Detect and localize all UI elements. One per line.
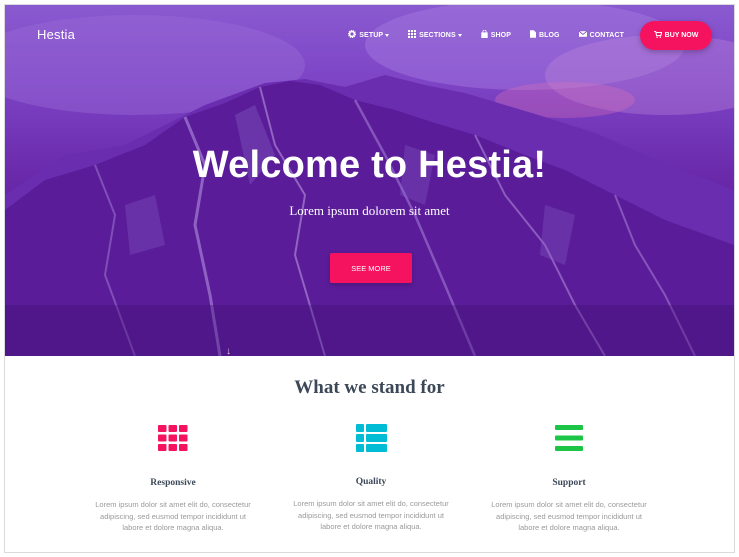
nav-item-blog[interactable]: BLOG [529,30,560,40]
feature-description-line: labore et dolore magna aliqua. [518,523,620,532]
shopping-bag-icon [481,29,488,40]
chevron-down-icon [457,33,462,37]
feature-title: Responsive [150,478,196,488]
browser-frame: Hestia SETUP SECTIONS SHOP BLOG CONTACT … [4,4,735,553]
feature-title: Support [552,478,586,488]
see-more-button[interactable]: SEE MORE [330,253,412,283]
gear-icon [348,29,357,40]
nav-item-label: SHOP [490,31,511,39]
feature-description: Lorem ipsum dolor sit amet elit do, cons… [280,498,462,533]
nav-item-setup[interactable]: SETUP [348,29,390,40]
buy-now-label: BUY NOW [664,31,699,39]
feature-support: Support Lorem ipsum dolor sit amet elit … [478,425,660,534]
feature-description-line: adipiscing, sed eusmod tempor incididunt… [496,511,642,521]
feature-description-line: labore et dolore magna aliqua. [320,522,422,531]
arrow-down-icon[interactable]: ↓ [226,346,231,356]
nav-item-label: BLOG [538,31,560,39]
brand-logo[interactable]: Hestia [37,27,75,42]
nav-item-label: SECTIONS [419,31,456,39]
feature-responsive: Responsive Lorem ipsum dolor sit amet el… [82,425,264,534]
feature-description-line: labore et dolore magna aliqua. [122,523,224,532]
grid-icon [82,425,264,461]
feature-quality: Quality Lorem ipsum dolor sit amet elit … [280,424,462,533]
cart-icon [653,30,663,40]
nav-item-shop[interactable]: SHOP [481,29,511,40]
hero-title: Welcome to Hestia! [192,144,547,186]
envelope-icon [578,30,587,39]
main-navigation: SETUP SECTIONS SHOP BLOG CONTACT BUY NOW [329,20,712,50]
feature-description: Lorem ipsum dolor sit amet elit do, cons… [82,499,264,534]
feature-description-line: Lorem ipsum dolor sit amet elit do, cons… [491,500,647,509]
feature-description-line: Lorem ipsum dolor sit amet elit do, cons… [95,500,251,509]
grid-icon [408,30,417,40]
nav-item-label: CONTACT [589,31,624,39]
nav-item-sections[interactable]: SECTIONS [408,30,462,40]
feature-description: Lorem ipsum dolor sit amet elit do, cons… [478,499,660,534]
feature-description-line: adipiscing, sed eusmod tempor incididunt… [298,510,444,520]
hero-section: Hestia SETUP SECTIONS SHOP BLOG CONTACT … [5,5,734,356]
list-icon [280,424,462,460]
nav-item-contact[interactable]: CONTACT [578,30,624,39]
chevron-down-icon [385,33,390,37]
buy-now-button[interactable]: BUY NOW [640,20,712,50]
feature-title: Quality [355,477,387,487]
feature-description-line: adipiscing, sed eusmod tempor incididunt… [100,511,246,521]
menu-bars-icon [478,425,660,461]
feature-description-line: Lorem ipsum dolor sit amet elit do, cons… [293,499,449,508]
hero-subtitle: Lorem ipsum dolorem sit amet [289,203,450,218]
features-title: What we stand for [294,377,445,398]
nav-item-label: SETUP [359,31,384,39]
file-icon [529,30,536,40]
